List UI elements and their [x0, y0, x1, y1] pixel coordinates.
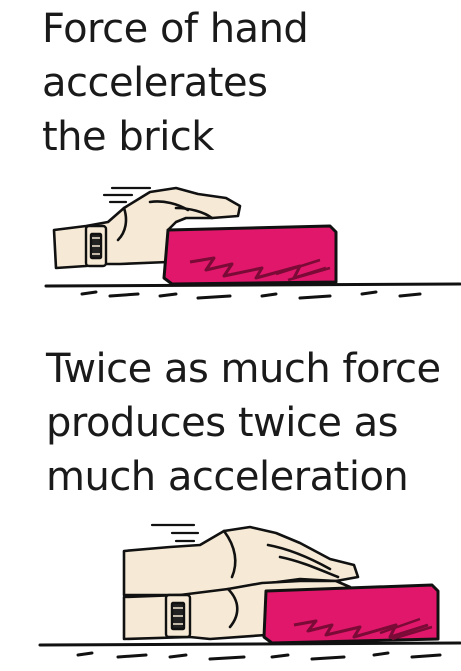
illustration-one-hand [0, 178, 461, 308]
ground-line-top [44, 282, 461, 300]
caption-bottom: Twice as much force produces twice as mu… [46, 342, 441, 504]
illustration-two-hands [0, 515, 461, 671]
caption-top-line-2: accelerates [42, 60, 268, 106]
ground-line-bottom [38, 641, 461, 661]
one-hand-drawing [44, 186, 461, 300]
motion-lines-bottom [150, 523, 200, 543]
watch-icon [84, 224, 108, 268]
caption-top-line-1: Force of hand [42, 6, 309, 52]
caption-bottom-line-1: Twice as much force [46, 346, 441, 392]
brick-icon [162, 224, 338, 286]
two-hands-drawing [38, 523, 461, 661]
caption-top: Force of hand accelerates the brick [42, 2, 309, 164]
caption-bottom-line-3: much acceleration [46, 454, 409, 500]
brick-icon [262, 583, 440, 645]
caption-top-line-3: the brick [42, 114, 214, 160]
caption-bottom-line-2: produces twice as [46, 400, 399, 446]
watch-icon [164, 593, 192, 639]
